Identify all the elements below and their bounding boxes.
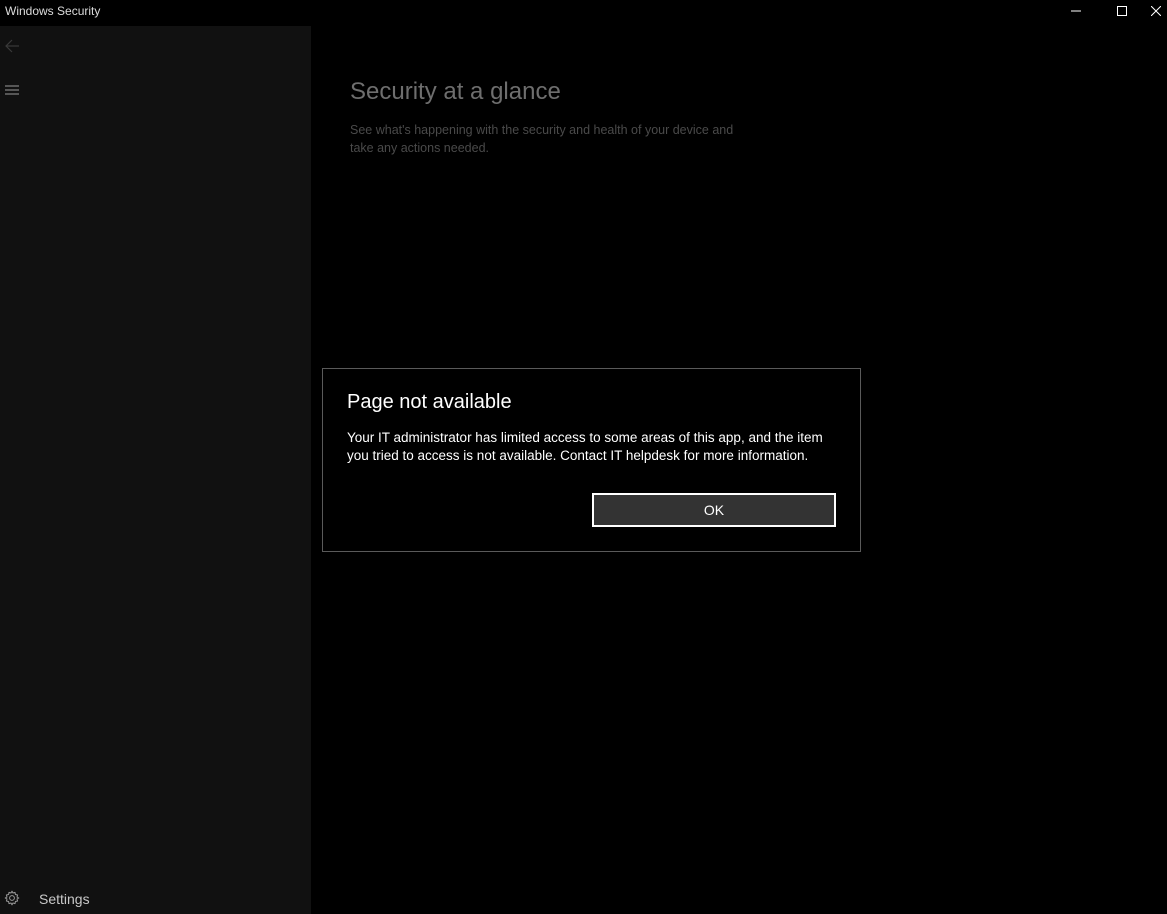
- windows-security-window: Windows Security Settings Security at a …: [0, 0, 1167, 914]
- page-subtitle: See what's happening with the security a…: [350, 123, 734, 155]
- close-button[interactable]: [1145, 0, 1167, 22]
- dialog-message: Your IT administrator has limited access…: [347, 430, 823, 463]
- maximize-button[interactable]: [1099, 0, 1145, 22]
- hamburger-menu-button[interactable]: [0, 78, 24, 102]
- close-icon: [1151, 6, 1161, 16]
- maximize-icon: [1117, 6, 1127, 16]
- sidebar-item-label: Settings: [39, 891, 90, 907]
- minimize-button[interactable]: [1053, 0, 1099, 22]
- gear-icon: [4, 890, 20, 906]
- ok-button[interactable]: OK: [592, 493, 836, 527]
- minimize-icon: [1071, 10, 1081, 12]
- sidebar: Settings: [0, 26, 311, 914]
- sidebar-item-settings[interactable]: Settings: [0, 885, 311, 913]
- back-button[interactable]: [0, 34, 24, 58]
- arrow-left-icon: [5, 39, 19, 53]
- hamburger-icon: [5, 85, 19, 95]
- page-not-available-dialog: Page not available Your IT administrator…: [322, 368, 861, 552]
- page-title: Security at a glance: [350, 78, 561, 105]
- dialog-title: Page not available: [347, 391, 512, 413]
- window-title: Windows Security: [5, 4, 101, 18]
- title-bar[interactable]: Windows Security: [0, 0, 1167, 22]
